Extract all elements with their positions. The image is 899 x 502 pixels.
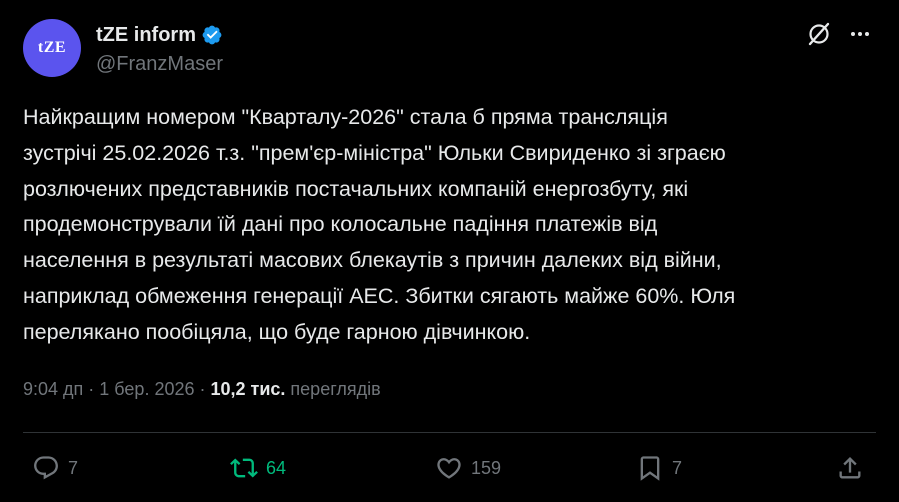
share-button[interactable] — [836, 452, 872, 484]
reply-icon — [34, 456, 58, 480]
tweet: tZE tZE inform @FranzMaser Найкращим ном… — [0, 0, 899, 502]
retweet-count: 64 — [266, 457, 287, 478]
avatar[interactable]: tZE — [23, 19, 81, 77]
views-label: переглядів — [285, 379, 381, 399]
author-handle[interactable]: @FranzMaser — [96, 53, 223, 76]
bookmark-button[interactable]: 7 — [636, 452, 682, 484]
grok-icon[interactable] — [805, 20, 833, 48]
share-icon — [839, 457, 861, 479]
reply-count: 7 — [68, 457, 79, 478]
more-icon[interactable] — [846, 20, 874, 48]
avatar-text: tZE — [37, 39, 67, 56]
verified-badge-icon[interactable] — [201, 24, 223, 46]
post-meta: 9:04 дп · 1 бер. 2026 · 10,2 тис. перегл… — [23, 379, 381, 400]
like-count: 159 — [471, 457, 502, 478]
post-date[interactable]: 1 бер. 2026 — [99, 379, 194, 400]
reply-button[interactable]: 7 — [32, 452, 78, 484]
meta-separator: · — [194, 379, 211, 399]
heart-icon — [437, 458, 461, 479]
views-count: 10,2 тис. — [210, 379, 286, 399]
divider — [23, 432, 876, 433]
post-time[interactable]: 9:04 дп — [23, 379, 83, 400]
author-name-row: tZE inform — [96, 22, 223, 48]
retweet-icon — [230, 458, 258, 478]
bookmark-icon — [640, 456, 660, 481]
like-button[interactable]: 159 — [435, 452, 501, 484]
bookmark-count: 7 — [672, 457, 683, 478]
display-name[interactable]: tZE inform — [96, 24, 196, 47]
retweet-button[interactable]: 64 — [230, 452, 286, 484]
meta-separator: · — [83, 379, 100, 399]
post-text: Найкращим номером "Кварталу-2026" стала … — [23, 105, 736, 344]
